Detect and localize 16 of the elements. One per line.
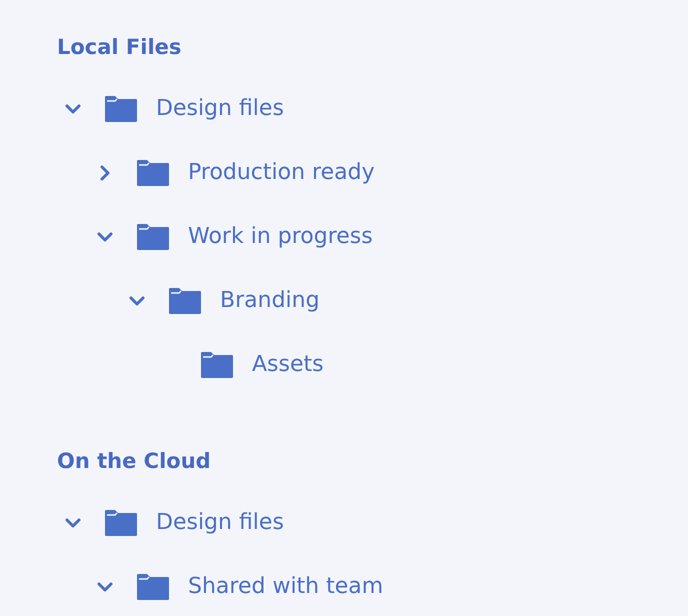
folder-icon bbox=[137, 574, 169, 600]
section-heading: Local Files bbox=[57, 34, 182, 61]
folder-icon bbox=[169, 288, 201, 314]
tree-item-label[interactable]: Design files bbox=[156, 94, 284, 124]
tree-item-label[interactable]: Production ready bbox=[188, 158, 375, 188]
folder-icon bbox=[201, 352, 233, 378]
folder-icon bbox=[105, 96, 137, 122]
tree-item-label[interactable]: Assets bbox=[252, 350, 324, 380]
folder-icon bbox=[105, 510, 137, 536]
folder-icon bbox=[137, 160, 169, 186]
tree-item-label[interactable]: Branding bbox=[220, 286, 320, 316]
folder-icon bbox=[137, 224, 169, 250]
tree-item-label[interactable]: Shared with team bbox=[188, 572, 384, 602]
tree-item-label[interactable]: Design files bbox=[156, 508, 284, 538]
section-heading: On the Cloud bbox=[57, 448, 212, 475]
tree-item-label[interactable]: Work in progress bbox=[188, 222, 373, 252]
